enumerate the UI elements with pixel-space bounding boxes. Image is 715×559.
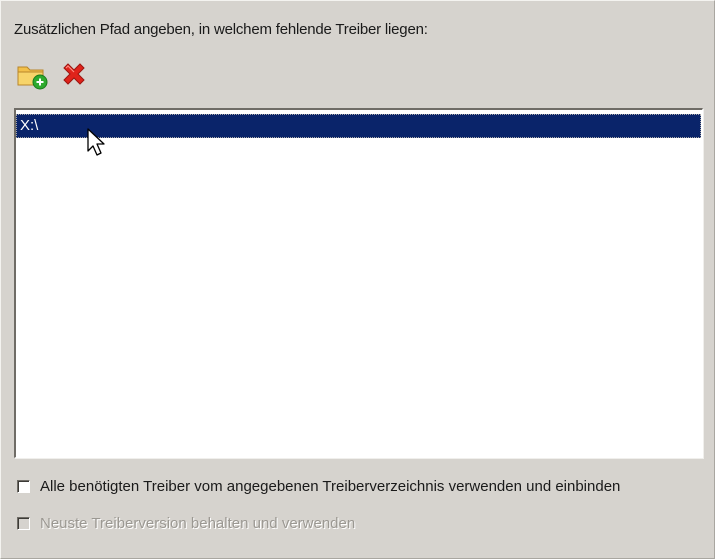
use-all-drivers-checkbox[interactable] (17, 480, 30, 493)
path-list[interactable]: X:\ (14, 108, 703, 458)
toolbar (14, 55, 92, 95)
mouse-pointer-icon (87, 128, 105, 156)
driver-path-panel: Zusätzlichen Pfad angeben, in welchem fe… (0, 0, 715, 559)
folder-add-icon (17, 66, 48, 90)
list-item[interactable]: X:\ (16, 114, 701, 138)
use-all-drivers-option[interactable]: Alle benötigten Treiber vom angegebenen … (17, 478, 620, 495)
keep-newest-version-label: Neuste Treiberversion behalten und verwe… (40, 515, 356, 532)
use-all-drivers-label[interactable]: Alle benötigten Treiber vom angegebenen … (40, 478, 620, 495)
add-path-button[interactable] (14, 57, 50, 93)
instruction-label: Zusätzlichen Pfad angeben, in welchem fe… (14, 21, 428, 38)
keep-newest-version-option: Neuste Treiberversion behalten und verwe… (17, 515, 355, 532)
keep-newest-version-checkbox (17, 517, 30, 530)
delete-path-button[interactable] (56, 57, 92, 93)
red-x-delete-icon (63, 63, 85, 85)
